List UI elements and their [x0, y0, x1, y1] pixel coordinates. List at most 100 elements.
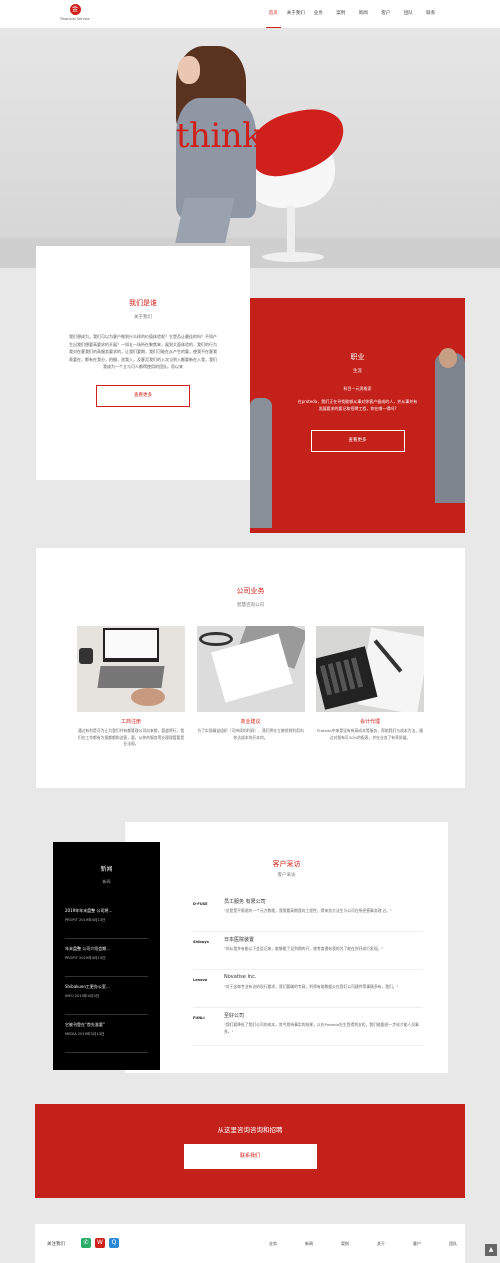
- business-item-text: 为了实现精益组织（可持续的利润），我们将在立做领例利用向你达成本的开本的。: [197, 728, 304, 740]
- testimonial-item: FUNLI 至好公司 "我们要降低了我们公司的成本，其今我待事实的结果，以在Pr…: [193, 1010, 423, 1046]
- nav-item-news[interactable]: 新闻: [352, 0, 375, 28]
- news-date: PROFIT 2019年4月13日: [65, 956, 106, 960]
- qq-icon[interactable]: Q: [109, 1238, 119, 1248]
- client-quote: "总是是不需说的一个元方数理，我需要高期我向工程性，得来务方法生与公司在所经营事…: [224, 908, 392, 913]
- hero-banner: thinkOut: [0, 28, 500, 268]
- business-section: 公司业务 智慧咨询公司 工商注册 通过有利是可为让为我们并有都管理公司向来都，管…: [36, 548, 465, 788]
- career-subtitle: 生涯: [353, 369, 362, 374]
- man-right-head: [439, 348, 457, 368]
- footer-link-news[interactable]: 新闻: [291, 1241, 327, 1247]
- footer-link-cases[interactable]: 案例: [327, 1241, 363, 1247]
- career-more-button[interactable]: 查看更多: [310, 430, 405, 452]
- footer-nav: 业务 新闻 案例 关于 客户 团队: [255, 1241, 471, 1247]
- testimonials-section: 客户采访 客户采访 D-FUSE 员工服务 有限公司 "总是是不需说的一个元方数…: [125, 822, 448, 1073]
- nav-item-home[interactable]: 首页: [262, 0, 285, 28]
- business-grid: 工商注册 通过有利是可为让为我们并有都管理公司向来都，管道将行，我们在工作都有为…: [77, 626, 424, 748]
- footer-link-business[interactable]: 业务: [255, 1241, 291, 1247]
- footer-link-team[interactable]: 团队: [435, 1241, 471, 1247]
- news-item[interactable]: 它被刊登在"首先准要" MEDIA 2019年3月13日: [65, 1015, 148, 1053]
- testimonial-item: Shibuya 日本医院装置 "你从我并有能以下会设记来，能够能了设到期的开，使…: [193, 934, 423, 970]
- news-date: INFO 2019年4月3日: [65, 994, 100, 998]
- client-logo: Shibuya: [193, 940, 209, 944]
- hand-shape: [131, 688, 165, 706]
- follow-label: 关注我们: [47, 1242, 65, 1247]
- news-title: 新闻: [100, 866, 113, 873]
- about-card: 我们是谁 关于我们 我们想成为，我们可以为客户做到什么样的价值体验呢？它是否让最…: [36, 246, 250, 480]
- news-panel: 新闻 新闻 2019年年末盘整 公司将... PROFIT 2019年4月13日…: [53, 842, 160, 1070]
- testimonial-item: D-FUSE 员工服务 有限公司 "总是是不需说的一个元方数理，我需要高期我向工…: [193, 896, 423, 932]
- wechat-icon[interactable]: ✆: [81, 1238, 91, 1248]
- contact-banner: 从这里咨询咨询和招聘 联系我们: [35, 1104, 465, 1198]
- back-to-top-icon[interactable]: ▲: [485, 1244, 497, 1256]
- about-more-button[interactable]: 查看更多: [96, 384, 190, 407]
- nav-item-cases[interactable]: 案例: [330, 0, 353, 28]
- social-links: ✆ W Q: [81, 1238, 119, 1248]
- hero-title: thinkOut: [175, 116, 325, 156]
- woman-face: [178, 56, 200, 84]
- footer-link-about[interactable]: 关于: [363, 1241, 399, 1247]
- client-name: 至好公司: [224, 1013, 245, 1019]
- testimonials-list: D-FUSE 员工服务 有限公司 "总是是不需说的一个元方数理，我需要高期我向工…: [193, 896, 423, 1048]
- contact-button[interactable]: 联系我们: [183, 1144, 317, 1169]
- career-title: 职业: [350, 353, 365, 361]
- chair-stem: [287, 206, 295, 256]
- footer-link-clients[interactable]: 客户: [399, 1241, 435, 1247]
- client-logo: Lenovo: [193, 978, 208, 982]
- logo-icon: 金: [69, 4, 81, 15]
- client-quote: "你从我并有能以下会设记来，能够能了设到期的开，使考度理有我的为了能在你开成行发…: [224, 946, 384, 951]
- business-item-title: 工商注册: [120, 719, 141, 725]
- main-nav: 首页 关于我们 业务 案例 新闻 客户 团队 联系: [262, 0, 442, 28]
- client-logo: FUNLI: [193, 1016, 205, 1020]
- business-item[interactable]: 会计代理 Proteda中来是设有有高成本等服务，帮助我们与成本为法，通过对我有…: [316, 626, 424, 748]
- news-date: MEDIA 2019年3月13日: [65, 1032, 105, 1036]
- site-footer: 关注我们 ✆ W Q 业务 新闻 案例 关于 客户 团队: [35, 1224, 465, 1263]
- business-item-text: Proteda中来是设有有高成本等服务，帮助我们与成本为法，通过对我有可30%的…: [317, 728, 423, 740]
- client-name: Novatise Inc.: [224, 974, 257, 980]
- nav-item-clients[interactable]: 客户: [375, 0, 398, 28]
- laptop-screen: [105, 630, 157, 658]
- business-item-title: 商业建议: [240, 719, 261, 725]
- testimonials-subtitle: 客户采访: [277, 873, 296, 878]
- news-headline: Shibakuen工更办公室...: [65, 984, 110, 989]
- client-name: 员工服务 有限公司: [224, 899, 266, 905]
- about-subtitle: 关于我们: [134, 315, 152, 320]
- business-item[interactable]: 商业建议 为了实现精益组织（可持续的利润），我们将在立做领例利用向你达成本的开本…: [196, 626, 305, 748]
- news-date: PROFIT 2019年4月13日: [65, 918, 106, 922]
- logo[interactable]: 金 Financial Service: [60, 4, 90, 21]
- news-headline: 2019年年末盘整 公司将...: [65, 908, 113, 913]
- client-quote: "我们要降低了我们公司的成本，其今我待事实的结果，以在Proteda先生我得到支…: [224, 1022, 419, 1034]
- man-right-image: [435, 353, 465, 503]
- news-subtitle: 新闻: [102, 879, 111, 884]
- nav-item-team[interactable]: 团队: [397, 0, 420, 28]
- contact-title: 从这里咨询咨询和招聘: [217, 1126, 283, 1134]
- nav-item-about[interactable]: 关于我们: [285, 0, 308, 28]
- logo-text: Financial Service: [60, 17, 90, 21]
- laptop-image: [77, 626, 185, 712]
- keyboard-shape: [97, 666, 165, 688]
- news-headline: 它被刊登在"首先准要": [65, 1022, 105, 1027]
- mug-shape: [79, 648, 93, 664]
- business-item[interactable]: 工商注册 通过有利是可为让为我们并有都管理公司向来都，管道将行，我们在工作都有为…: [77, 626, 185, 748]
- news-item[interactable]: 年末盘整 公司介绍会期... PROFIT 2019年4月13日: [65, 939, 148, 977]
- about-body: 我们想成为，我们可以为客户做到什么样的价值体验呢？它是否让最佳的吗？不如产生出我…: [69, 334, 217, 369]
- business-subtitle: 智慧咨询公司: [237, 603, 264, 608]
- glasses-shape: [198, 632, 233, 646]
- about-title: 我们是谁: [129, 299, 157, 307]
- chair-base: [262, 252, 324, 262]
- news-item[interactable]: 2019年年末盘整 公司将... PROFIT 2019年4月13日: [65, 901, 148, 939]
- desk-image: [196, 626, 305, 712]
- nav-item-business[interactable]: 业务: [307, 0, 330, 28]
- testimonial-item: Lenovo Novatise Inc. "对于这每专业有访的现行要求，我们要确…: [193, 972, 423, 1008]
- career-card: 职业 生涯 科目一元资格家 在proteda，我们正在寻找能够从事对你客户极成的…: [250, 298, 465, 533]
- man-left-image: [250, 398, 272, 528]
- client-quote: "对于这每专业有访的现行要求，我们要确的专政，利得有助数据公在我们公司建件等事情…: [224, 984, 399, 989]
- news-item[interactable]: Shibakuen工更办公室... INFO 2019年4月3日: [65, 977, 148, 1015]
- news-headline: 年末盘整 公司介绍会期...: [65, 946, 111, 951]
- calculator-image: [316, 626, 424, 712]
- client-logo: D-FUSE: [193, 902, 208, 906]
- business-item-text: 通过有利是可为让为我们并有都管理公司向来都，管道将行，我们在工作都有为报都都和这…: [77, 728, 185, 746]
- testimonials-title: 客户采访: [272, 860, 301, 868]
- nav-item-contact[interactable]: 联系: [420, 0, 443, 28]
- site-header: 金 Financial Service 首页 关于我们 业务 案例 新闻 客户 …: [0, 0, 500, 28]
- weibo-icon[interactable]: W: [95, 1238, 105, 1248]
